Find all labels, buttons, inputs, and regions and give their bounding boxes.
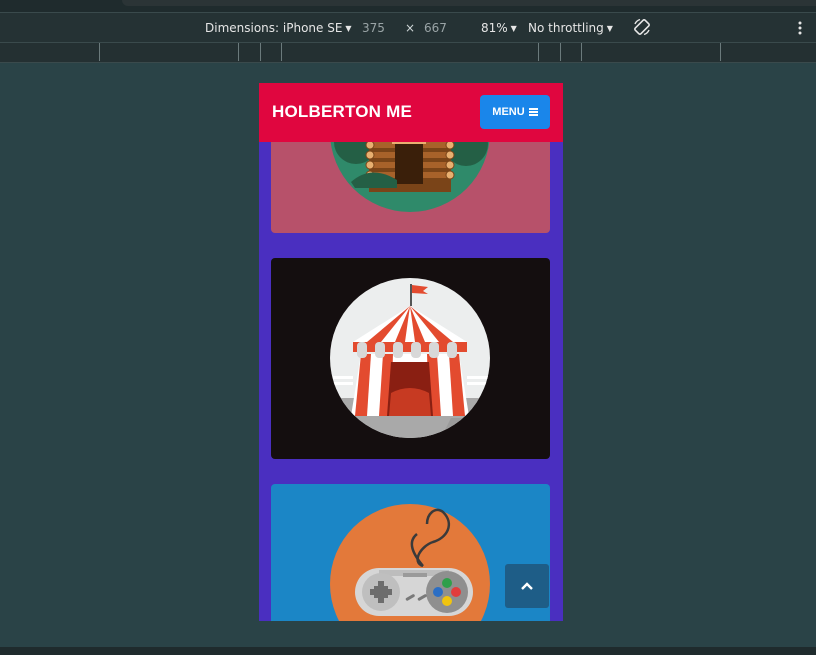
caret-down-icon: ▼ [345,24,352,33]
zoom-label: 81% [481,21,508,35]
ruler-tick [538,43,539,61]
circus-tent-illustration [330,278,490,438]
browser-tab-edge [122,0,816,6]
ruler-tick [281,43,282,61]
caret-down-icon: ▼ [606,24,613,33]
chevron-up-icon [521,582,533,590]
browser-chrome-top [0,0,816,13]
ruler-tick [260,43,261,61]
ruler-tick [560,43,561,61]
device-toolbar: Dimensions: iPhone SE ▼ 375 × 667 81% ▼ No… [0,13,816,42]
ruler-tick [238,43,239,61]
site-header: HOLBERTON ME MENU [259,83,563,142]
ruler-tick [720,43,721,61]
device-select[interactable]: Dimensions: iPhone SE ▼ [205,21,352,35]
times-label: × [405,21,416,35]
device-viewport[interactable]: HOLBERTON ME MENU [259,83,563,621]
card-circus-tent[interactable] [271,258,550,459]
height-input[interactable]: 667 [424,21,447,35]
menu-label: MENU [492,106,525,118]
throttling-select[interactable]: No throttling ▼ [528,21,613,35]
width-input[interactable]: 375 [362,21,385,35]
site-brand[interactable]: HOLBERTON ME [272,102,412,122]
ruler-tick [581,43,582,61]
device-select-label: Dimensions: iPhone SE [205,21,343,35]
hamburger-icon [528,108,538,116]
menu-button[interactable]: MENU [480,95,550,129]
kebab-icon[interactable] [795,20,805,36]
ruler-tick [99,43,100,61]
throttling-label: No throttling [528,21,604,35]
scroll-top-button[interactable] [505,564,549,608]
rotate-icon[interactable] [633,18,651,36]
media-query-ruler[interactable] [0,42,816,63]
devtools-bottom-edge [0,647,816,655]
caret-down-icon: ▼ [510,24,517,33]
zoom-select[interactable]: 81% ▼ [481,21,517,35]
